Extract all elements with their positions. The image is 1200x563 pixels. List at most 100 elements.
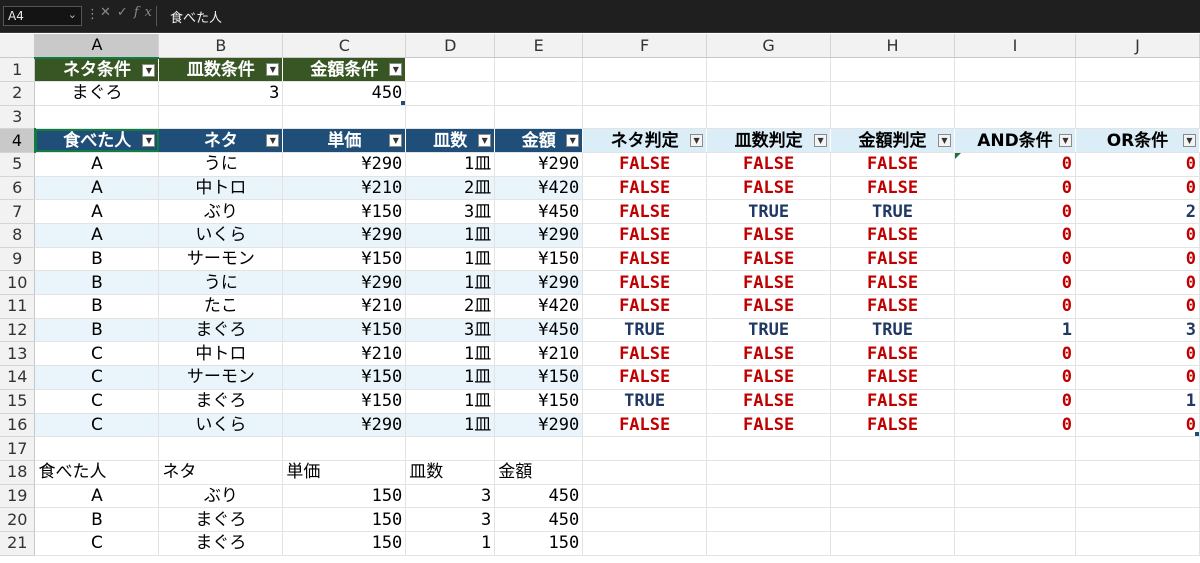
row-header[interactable]: 4 [0,128,36,153]
table-cell[interactable]: FALSE [582,152,708,177]
table-cell[interactable]: 0 [954,389,1076,414]
cell[interactable] [582,484,708,509]
result-header[interactable]: 単価 [282,460,407,485]
row-header[interactable]: 11 [0,294,36,319]
result-cell[interactable]: 150 [282,484,407,509]
cell[interactable] [1075,436,1200,461]
cell[interactable] [34,436,160,461]
cell[interactable] [1075,105,1200,130]
table-cell[interactable]: 0 [1075,270,1200,296]
condition-header-sara[interactable]: 皿数条件 ▼ [158,57,284,82]
filter-dropdown-icon[interactable]: ▼ [566,134,580,148]
table-cell[interactable]: ¥290 [494,413,584,438]
column-header-f[interactable]: F [582,34,708,59]
result-header[interactable]: ネタ [158,460,284,485]
table-cell[interactable]: 1皿 [405,341,496,367]
table-cell[interactable]: FALSE [706,413,832,438]
table-header-kingaku[interactable]: 金額 ▼ [494,128,584,153]
table-cell[interactable]: 0 [954,152,1076,177]
cell[interactable] [954,531,1076,556]
table-cell[interactable]: ¥210 [282,294,407,319]
table-header-tabetahito[interactable]: 食べた人 ▼ [34,128,160,153]
table-cell[interactable]: FALSE [830,365,955,390]
table-cell[interactable]: ¥150 [494,365,584,390]
filter-dropdown-icon[interactable]: ▼ [142,134,156,148]
table-header-kingaku-hantei[interactable]: 金額判定 ▼ [830,128,955,153]
result-cell[interactable]: C [34,531,160,556]
cell[interactable] [405,436,496,461]
table-cell[interactable]: FALSE [706,247,832,272]
table-cell[interactable]: ¥150 [494,389,584,414]
table-cell[interactable]: A [34,199,160,224]
table-cell[interactable]: 0 [954,176,1076,201]
result-cell[interactable]: まぐろ [158,531,284,556]
table-cell[interactable]: FALSE [706,223,832,248]
row-header[interactable]: 8 [0,223,36,248]
result-cell[interactable]: ぶり [158,484,284,509]
table-cell[interactable]: 3皿 [405,318,496,343]
cell[interactable] [954,57,1076,82]
table-cell[interactable]: FALSE [830,270,955,296]
table-header-sarasu[interactable]: 皿数 ▼ [405,128,496,153]
table-cell[interactable]: 1皿 [405,223,496,248]
table-header-tanka[interactable]: 単価 ▼ [282,128,407,153]
table-cell[interactable]: FALSE [706,365,832,390]
row-header[interactable]: 12 [0,318,36,343]
row-header[interactable]: 13 [0,341,36,367]
cell[interactable] [494,81,584,106]
row-header[interactable]: 21 [0,531,36,556]
cell[interactable] [706,57,832,82]
filter-dropdown-icon[interactable]: ▼ [266,134,280,148]
table-cell[interactable]: 0 [954,413,1076,438]
row-header[interactable]: 1 [0,57,36,82]
column-header-c[interactable]: C [282,34,407,59]
table-header-neta[interactable]: ネタ ▼ [158,128,284,153]
table-cell[interactable]: 2 [1075,199,1200,224]
column-header-j[interactable]: J [1075,34,1200,59]
table-cell[interactable]: FALSE [582,413,708,438]
table-cell[interactable]: 0 [1075,413,1200,438]
cell[interactable] [706,484,832,509]
table-cell[interactable]: うに [158,270,284,296]
table-cell[interactable]: たこ [158,294,284,319]
table-cell[interactable]: サーモン [158,247,284,272]
table-cell[interactable]: 3 [1075,318,1200,343]
table-cell[interactable]: ぶり [158,199,284,224]
table-cell[interactable]: ¥290 [282,223,407,248]
result-cell[interactable]: 450 [494,507,584,532]
cell[interactable] [706,531,832,556]
table-header-neta-hantei[interactable]: ネタ判定 ▼ [582,128,708,153]
table-cell[interactable]: ¥290 [282,270,407,296]
table-cell[interactable]: FALSE [582,365,708,390]
condition-header-kingaku[interactable]: 金額条件 ▼ [282,57,407,82]
cell[interactable] [954,507,1076,532]
table-cell[interactable]: FALSE [830,389,955,414]
table-cell[interactable]: いくら [158,223,284,248]
table-cell[interactable]: 0 [954,365,1076,390]
cell[interactable] [706,460,832,485]
table-cell[interactable]: TRUE [582,389,708,414]
table-cell[interactable]: 0 [954,199,1076,224]
result-header[interactable]: 食べた人 [34,460,160,485]
table-cell[interactable]: FALSE [706,389,832,414]
cell[interactable] [282,105,407,130]
table-cell[interactable]: まぐろ [158,318,284,343]
table-cell[interactable]: ¥210 [282,341,407,367]
table-header-and-jouken[interactable]: AND条件 ▼ [954,128,1076,153]
cell[interactable] [34,105,160,130]
condition-value-kingaku[interactable]: 450 [282,81,407,106]
table-cell[interactable]: C [34,365,160,390]
cell[interactable] [830,105,955,130]
row-header[interactable]: 20 [0,507,36,532]
cell[interactable] [830,484,955,509]
table-cell[interactable]: 3皿 [405,199,496,224]
row-header[interactable]: 17 [0,436,36,461]
table-cell[interactable]: 1皿 [405,270,496,296]
table-cell[interactable]: 0 [954,270,1076,296]
table-cell[interactable]: ¥290 [282,152,407,177]
table-cell[interactable]: ¥150 [282,199,407,224]
cell[interactable] [1075,460,1200,485]
table-cell[interactable]: 1 [1075,389,1200,414]
row-header[interactable]: 3 [0,105,36,130]
table-cell[interactable]: TRUE [706,318,832,343]
